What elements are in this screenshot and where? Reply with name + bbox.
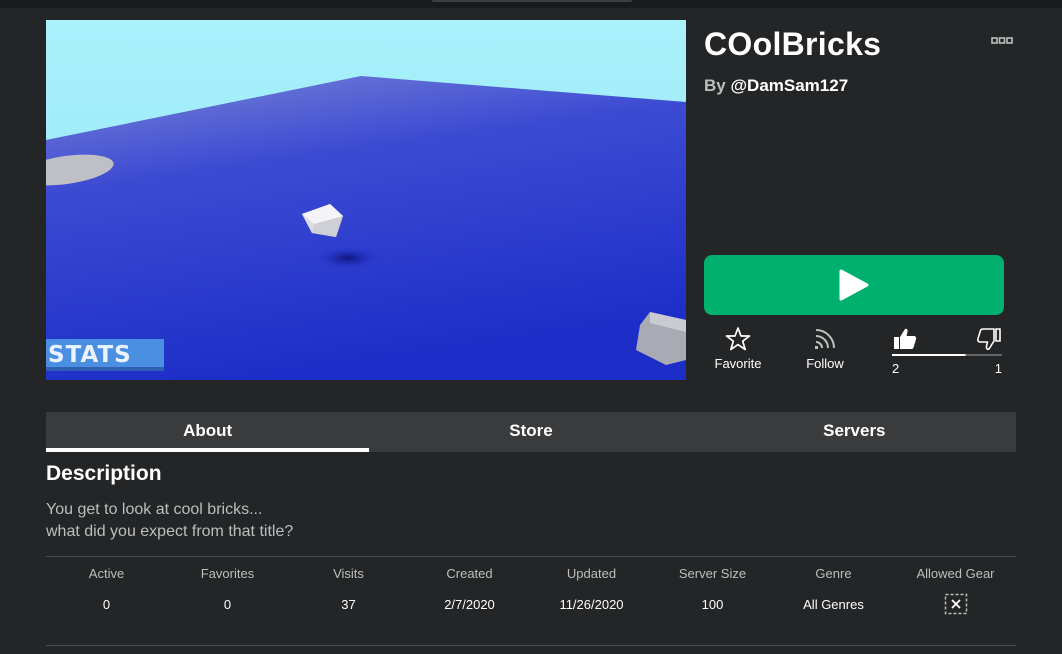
game-thumbnail[interactable]: STATS [46, 20, 686, 380]
description-line: You get to look at cool bricks... [46, 501, 263, 518]
favorite-button[interactable]: Favorite [703, 326, 773, 371]
creator-line: By @DamSam127 [704, 76, 848, 96]
stat-value: 37 [341, 597, 356, 612]
search-bar-edge[interactable] [432, 0, 632, 2]
downvote-count: 1 [994, 361, 1002, 376]
upvote-count: 2 [892, 361, 900, 376]
stat-created: Created 2/7/2020 [409, 566, 530, 612]
more-options-button[interactable] [990, 32, 1014, 50]
stat-value: 100 [701, 597, 724, 612]
tab-store[interactable]: Store [369, 412, 692, 452]
stat-header: Active [88, 566, 125, 581]
rss-follow-icon [815, 329, 835, 349]
game-title: COolBricks [704, 26, 882, 62]
by-prefix: By [704, 76, 731, 95]
vote-up-fill [892, 354, 966, 356]
stat-value: 0 [223, 597, 232, 612]
ellipsis-icon [991, 37, 1013, 44]
vote-ratio-bar [892, 354, 1002, 356]
gear-disallowed-icon [944, 593, 967, 615]
stat-header: Visits [333, 566, 364, 581]
description-heading: Description [46, 462, 162, 485]
vote-panel: 2 1 [890, 326, 1002, 376]
stat-value: 0 [102, 597, 111, 612]
thumbs-down-icon[interactable] [976, 326, 1002, 352]
favorite-label: Favorite [714, 356, 762, 371]
stat-header: Server Size [678, 566, 747, 581]
stat-header: Updated [566, 566, 617, 581]
top-nav-bar [0, 0, 1062, 8]
stat-server-size: Server Size 100 [652, 566, 773, 612]
star-icon [725, 327, 751, 351]
stat-active: Active 0 [46, 566, 167, 612]
divider [46, 556, 1016, 557]
description-line: what did you expect from that title? [46, 523, 294, 540]
follow-label: Follow [806, 356, 844, 371]
play-icon [839, 269, 869, 301]
stat-header: Created [446, 566, 493, 581]
stat-updated: Updated 11/26/2020 [531, 566, 652, 612]
stat-value: 2/7/2020 [444, 597, 495, 612]
thumbs-up-icon[interactable] [892, 326, 918, 352]
tab-servers[interactable]: Servers [693, 412, 1016, 452]
game-tabs: About Store Servers [46, 412, 1016, 452]
follow-button[interactable]: Follow [790, 326, 860, 371]
stat-visits: Visits 37 [288, 566, 409, 612]
stat-genre: Genre All Genres [773, 566, 894, 612]
stat-favorites: Favorites 0 [167, 566, 288, 612]
description-text: You get to look at cool bricks... what d… [46, 499, 293, 543]
stat-value: All Genres [803, 597, 864, 612]
play-button[interactable] [704, 255, 1004, 315]
stat-header: Allowed Gear [916, 566, 995, 581]
stat-header: Genre [815, 566, 852, 581]
thumbnail-scene [46, 20, 686, 380]
stat-header: Favorites [200, 566, 255, 581]
no-gear-icon[interactable] [944, 593, 968, 615]
vote-down-fill [965, 354, 1002, 356]
stat-allowed-gear: Allowed Gear [895, 566, 1016, 615]
tab-about[interactable]: About [46, 412, 370, 452]
thumbnail-stats-overlay: STATS [46, 339, 164, 371]
stat-value: 11/26/2020 [559, 597, 624, 612]
divider [46, 645, 1016, 646]
creator-link[interactable]: @DamSam127 [730, 76, 848, 95]
